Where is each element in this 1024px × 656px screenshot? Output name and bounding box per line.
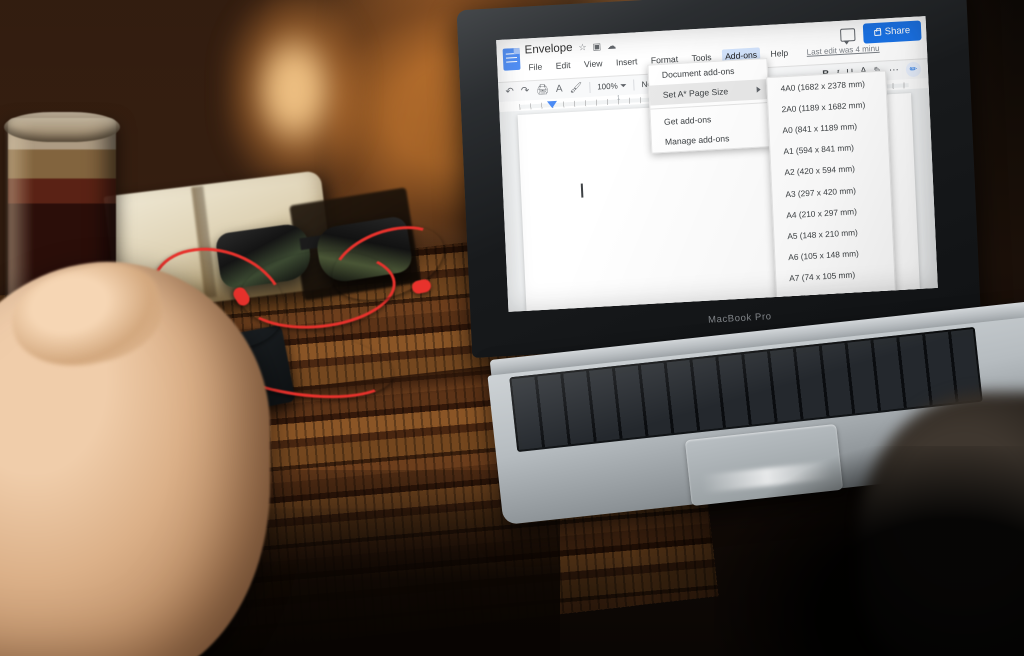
photo-scene: Envelope ☆ ▣ ☁ File Edit View Insert For… [0, 0, 1024, 656]
paint-format-icon[interactable]: 🖌 [569, 82, 582, 94]
submenu-arrow-icon [756, 86, 761, 93]
menu-file[interactable]: File [525, 59, 545, 74]
move-to-folder-icon[interactable]: ▣ [592, 41, 601, 52]
menu-edit[interactable]: Edit [552, 58, 573, 73]
menu-view[interactable]: View [581, 56, 606, 71]
comment-icon[interactable] [839, 27, 856, 42]
menu-help[interactable]: Help [767, 46, 791, 61]
lock-icon [873, 29, 881, 36]
laptop-screen: Envelope ☆ ▣ ☁ File Edit View Insert For… [496, 16, 938, 312]
star-icon[interactable]: ☆ [578, 42, 587, 53]
addons-dropdown-menu: Document add-ons Set A* Page Size Get ad… [647, 58, 772, 154]
toolbar-divider-2 [633, 79, 635, 91]
spellcheck-icon[interactable]: A [556, 83, 563, 94]
print-icon[interactable]: 🖨 [536, 84, 549, 96]
ruler-number-1: 1 [616, 95, 621, 102]
zoom-value: 100% [597, 81, 618, 92]
jar-rim [4, 112, 120, 142]
chevron-down-icon [620, 83, 627, 88]
undo-icon[interactable]: ↶ [505, 86, 514, 97]
page-size-submenu: 4A0 (1682 x 2378 mm) 2A0 (1189 x 1682 mm… [766, 70, 897, 305]
left-indent-marker[interactable] [546, 100, 558, 109]
google-docs-icon [502, 47, 521, 71]
title-row: Envelope ☆ ▣ ☁ [524, 39, 616, 57]
text-cursor [580, 183, 583, 198]
share-label: Share [884, 25, 911, 38]
corner-vignette [714, 446, 1024, 656]
zoom-select[interactable]: 100% [597, 81, 627, 92]
header-actions: Share [839, 20, 922, 45]
redo-icon[interactable]: ↷ [521, 85, 530, 96]
document-title[interactable]: Envelope [524, 42, 572, 57]
toolbar-divider-1 [589, 81, 591, 94]
editing-mode-button[interactable]: ✏ [905, 61, 922, 78]
share-button[interactable]: Share [862, 20, 922, 44]
more-options-icon[interactable]: ⋯ [889, 64, 899, 76]
background-light-hotspot [224, 0, 364, 190]
set-page-size-label: Set A* Page Size [662, 86, 729, 100]
menu-insert[interactable]: Insert [613, 54, 641, 70]
google-docs-app: Envelope ☆ ▣ ☁ File Edit View Insert For… [496, 16, 938, 312]
cloud-saved-icon[interactable]: ☁ [607, 40, 616, 51]
